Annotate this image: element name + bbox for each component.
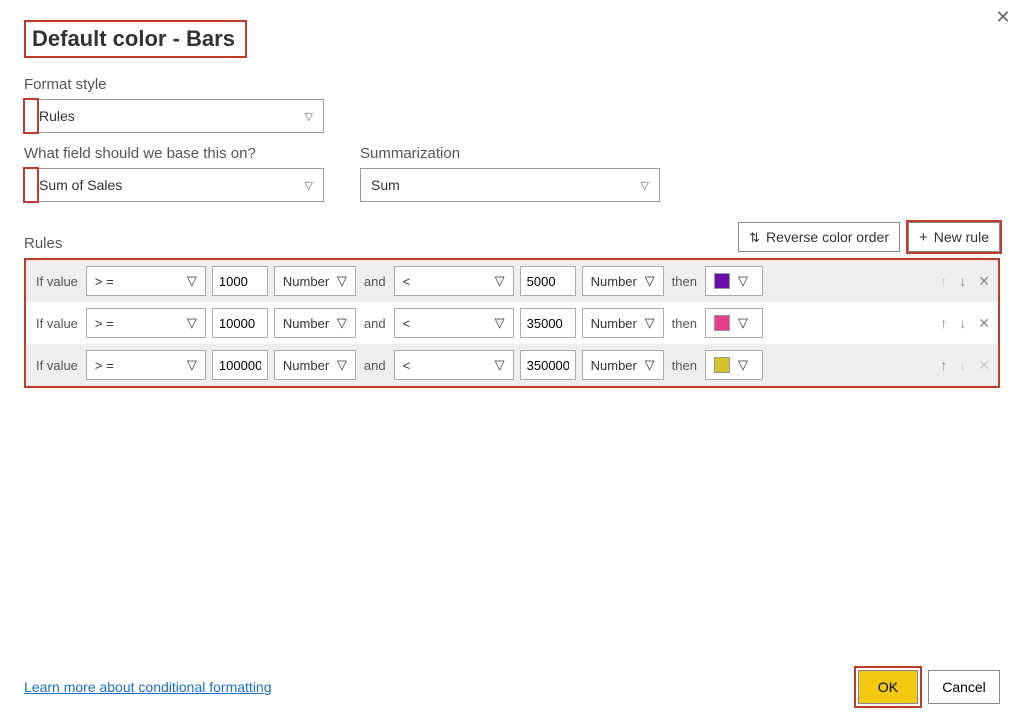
delete-rule-icon[interactable]: ✕ [978,273,990,290]
chevron-down-icon: ▽ [495,273,505,289]
rule-val1-input[interactable] [212,266,268,296]
chevron-down-icon: ▽ [187,315,197,331]
chevron-down-icon: ▽ [645,315,655,331]
rule-op1-dropdown[interactable]: > = ▽ [86,350,206,380]
rule-val2-input[interactable] [520,308,576,338]
summarization-label: Summarization [360,145,660,162]
rule-val2-input[interactable] [520,350,576,380]
rule-type2-dropdown[interactable]: Number ▽ [582,308,664,338]
move-down-icon: ↓ [959,357,966,374]
rule-type1-value: Number [283,316,329,331]
reverse-color-order-button[interactable]: Reverse color order [738,222,900,252]
format-style-value: Rules [35,108,75,124]
rule-type1-value: Number [283,358,329,373]
close-dialog-button[interactable]: ✕ [992,6,1014,28]
chevron-down-icon: ▽ [645,273,655,289]
reverse-label: Reverse color order [766,229,889,245]
chevron-down-icon: ▽ [305,110,313,123]
rule-op1-value: > = [95,316,114,331]
rule-type2-dropdown[interactable]: Number ▽ [582,350,664,380]
chevron-down-icon: ▽ [187,273,197,289]
rule-op2-value: < [403,316,411,331]
rule-op2-dropdown[interactable]: <▽ [394,350,514,380]
move-up-icon[interactable]: ↑ [940,357,947,374]
chevron-down-icon: ▽ [337,315,347,331]
summarization-dropdown[interactable]: Sum ▽ [360,168,660,202]
delete-rule-icon[interactable]: ✕ [978,315,990,332]
chevron-down-icon: ▽ [495,315,505,331]
rule-type1-dropdown[interactable]: Number ▽ [274,266,356,296]
move-up-icon[interactable]: ↑ [940,315,947,332]
chevron-down-icon: ▽ [187,357,197,373]
reverse-icon [749,229,760,246]
field-base-label: What field should we base this on? [24,145,324,162]
rule-type2-dropdown[interactable]: Number ▽ [582,266,664,296]
new-rule-button[interactable]: New rule [908,222,1000,252]
summarization-value: Sum [371,177,400,193]
then-label: then [670,274,699,289]
close-icon: ✕ [995,7,1010,28]
rule-val1-input[interactable] [212,350,268,380]
rule-color-dropdown[interactable]: ▽ [705,350,763,380]
rule-row: If value> =▽Number▽and<▽Number▽then▽↑↓✕ [26,344,998,386]
cancel-button[interactable]: Cancel [928,670,1000,704]
chevron-down-icon: ▽ [738,357,748,373]
chevron-down-icon: ▽ [738,273,748,289]
move-down-icon[interactable]: ↓ [959,315,966,332]
rule-op2-dropdown[interactable]: <▽ [394,308,514,338]
if-value-label: If value [34,358,80,373]
rule-type1-dropdown[interactable]: Number ▽ [274,350,356,380]
rule-op1-value: > = [95,358,114,373]
and-label: and [362,274,388,289]
format-style-label: Format style [24,76,1000,93]
chevron-down-icon: ▽ [641,179,649,192]
rules-container: If value> =▽Number▽and<▽Number▽then▽↑↓✕I… [24,258,1000,388]
chevron-down-icon: ▽ [738,315,748,331]
chevron-down-icon: ▽ [305,179,313,192]
rule-op2-dropdown[interactable]: <▽ [394,266,514,296]
color-swatch [714,357,730,373]
format-style-dropdown[interactable]: Rules ▽ [24,99,324,133]
color-swatch [714,273,730,289]
move-up-icon: ↑ [940,273,947,290]
then-label: then [670,316,699,331]
chevron-down-icon: ▽ [337,357,347,373]
rule-type2-value: Number [591,274,637,289]
rule-val1-input[interactable] [212,308,268,338]
chevron-down-icon: ▽ [495,357,505,373]
and-label: and [362,316,388,331]
rule-op1-dropdown[interactable]: > = ▽ [86,266,206,296]
color-swatch [714,315,730,331]
rules-label: Rules [24,235,62,252]
rule-type2-value: Number [591,358,637,373]
new-rule-label: New rule [934,229,989,245]
field-base-value: Sum of Sales [35,177,122,193]
then-label: then [670,358,699,373]
rule-type1-dropdown[interactable]: Number ▽ [274,308,356,338]
ok-button[interactable]: OK [858,670,918,704]
move-down-icon[interactable]: ↓ [959,273,966,290]
rule-row: If value> =▽Number▽and<▽Number▽then▽↑↓✕ [26,302,998,344]
rule-color-dropdown[interactable]: ▽ [705,266,763,296]
chevron-down-icon: ▽ [645,357,655,373]
rule-type2-value: Number [591,316,637,331]
rule-op2-value: < [403,274,411,289]
if-value-label: If value [34,316,80,331]
delete-rule-icon: ✕ [978,357,990,374]
plus-icon [919,229,928,246]
rule-val2-input[interactable] [520,266,576,296]
rule-type1-value: Number [283,274,329,289]
rule-color-dropdown[interactable]: ▽ [705,308,763,338]
and-label: and [362,358,388,373]
rule-op1-value: > = [95,274,114,289]
field-base-dropdown[interactable]: Sum of Sales ▽ [24,168,324,202]
learn-more-link[interactable]: Learn more about conditional formatting [24,679,271,695]
if-value-label: If value [34,274,80,289]
rule-op1-dropdown[interactable]: > = ▽ [86,308,206,338]
rule-op2-value: < [403,358,411,373]
chevron-down-icon: ▽ [337,273,347,289]
rule-row: If value> =▽Number▽and<▽Number▽then▽↑↓✕ [26,260,998,302]
dialog-title: Default color - Bars [24,20,247,58]
